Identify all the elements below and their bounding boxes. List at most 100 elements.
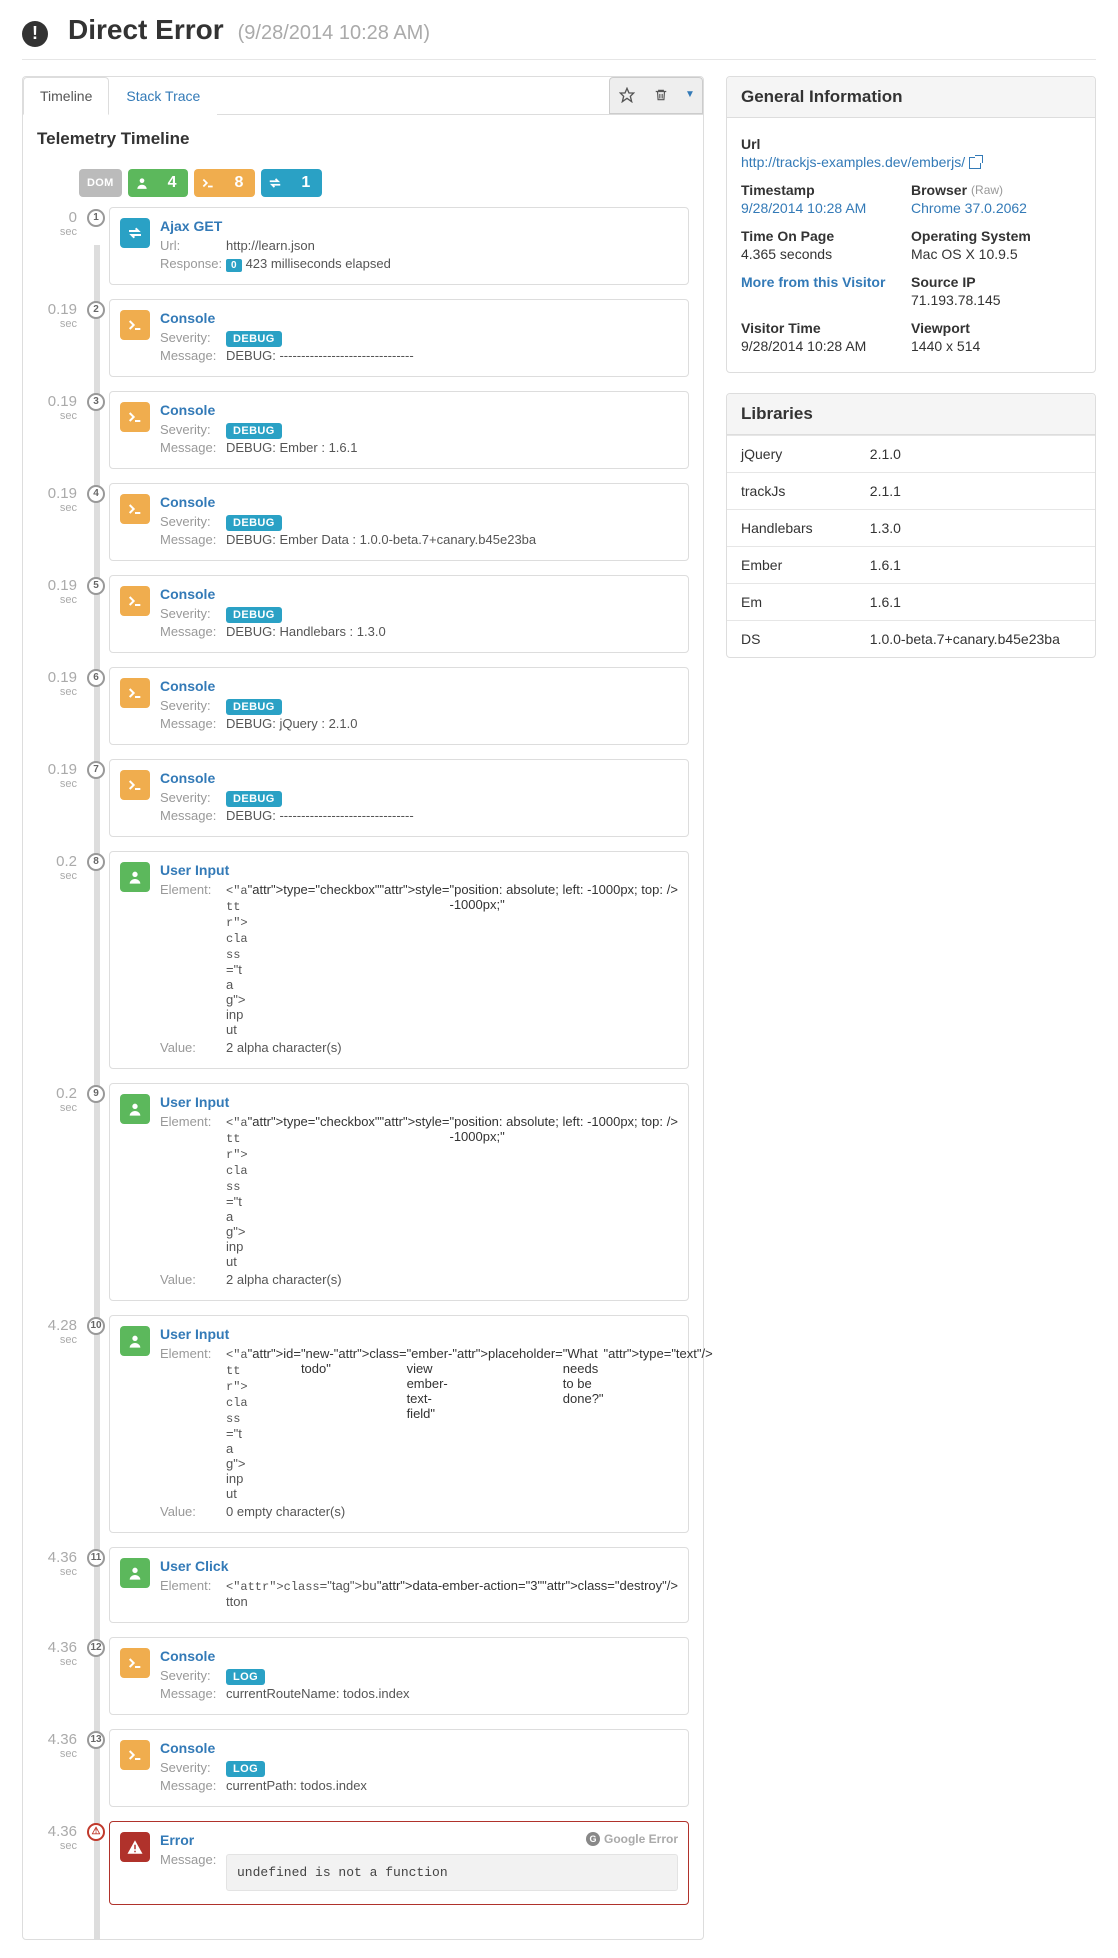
timeline-event: 4.36sec ⚠ ErrorGGoogle Error Message:und… bbox=[37, 1821, 689, 1905]
library-name: Ember bbox=[727, 546, 856, 583]
event-card[interactable]: User Input Element:<"attr">class="tag">i… bbox=[109, 1315, 689, 1533]
library-row: jQuery2.1.0 bbox=[727, 435, 1095, 472]
console-icon bbox=[120, 1740, 150, 1770]
event-card[interactable]: User Input Element:<"attr">class="tag">i… bbox=[109, 1083, 689, 1301]
console-icon bbox=[120, 402, 150, 432]
event-card[interactable]: Console Severity:LOGMessage:currentRoute… bbox=[109, 1637, 689, 1715]
timeline-event: 4.36sec 12 Console Severity:LOGMessage:c… bbox=[37, 1637, 689, 1715]
event-card[interactable]: Console Severity:DEBUGMessage:DEBUG: ---… bbox=[109, 299, 689, 377]
library-row: Handlebars1.3.0 bbox=[727, 509, 1095, 546]
event-title: Console bbox=[160, 770, 678, 786]
tab-timeline[interactable]: Timeline bbox=[23, 77, 109, 115]
field-value: LOG bbox=[226, 1668, 678, 1683]
event-time: 4.28sec bbox=[37, 1315, 85, 1347]
field-value: 2 alpha character(s) bbox=[226, 1040, 678, 1055]
trash-button[interactable] bbox=[644, 78, 678, 112]
timeline-event: 0.19sec 7 Console Severity:DEBUGMessage:… bbox=[37, 759, 689, 837]
field-label: Value: bbox=[160, 1504, 226, 1519]
tab-stack-trace[interactable]: Stack Trace bbox=[109, 77, 217, 115]
filter-dom[interactable]: DOM bbox=[79, 169, 122, 197]
os-label: Operating System bbox=[911, 228, 1081, 244]
timeline-event: 0.19sec 5 Console Severity:DEBUGMessage:… bbox=[37, 575, 689, 653]
field-value: DEBUG bbox=[226, 514, 678, 529]
event-card[interactable]: User Click Element:<"attr">class="tag">b… bbox=[109, 1547, 689, 1623]
library-name: DS bbox=[727, 620, 856, 657]
field-label: Element: bbox=[160, 1578, 226, 1593]
event-time: 0.19sec bbox=[37, 391, 85, 423]
filter-user[interactable]: 4 bbox=[128, 169, 189, 197]
field-label: Severity: bbox=[160, 1668, 226, 1683]
timeline-event: 0.19sec 6 Console Severity:DEBUGMessage:… bbox=[37, 667, 689, 745]
user-icon bbox=[120, 1094, 150, 1124]
event-time: 4.36sec bbox=[37, 1821, 85, 1853]
library-version: 1.3.0 bbox=[856, 509, 1095, 546]
library-version: 2.1.1 bbox=[856, 472, 1095, 509]
event-number: 3 bbox=[87, 393, 105, 411]
event-number: 10 bbox=[87, 1317, 105, 1335]
user-icon bbox=[120, 1326, 150, 1356]
event-title: User Input bbox=[160, 1326, 678, 1342]
library-name: trackJs bbox=[727, 472, 856, 509]
ajax-icon bbox=[120, 218, 150, 248]
libraries-panel: Libraries jQuery2.1.0trackJs2.1.1Handleb… bbox=[726, 393, 1096, 658]
event-card[interactable]: Console Severity:DEBUGMessage:DEBUG: Han… bbox=[109, 575, 689, 653]
event-time: 0.19sec bbox=[37, 759, 85, 791]
event-card[interactable]: Console Severity:DEBUGMessage:DEBUG: jQu… bbox=[109, 667, 689, 745]
event-time: 4.36sec bbox=[37, 1729, 85, 1761]
field-value: DEBUG: ------------------------------- bbox=[226, 348, 678, 363]
event-title: Console bbox=[160, 678, 678, 694]
event-card[interactable]: User Input Element:<"attr">class="tag">i… bbox=[109, 851, 689, 1069]
event-card[interactable]: Console Severity:DEBUGMessage:DEBUG: Emb… bbox=[109, 483, 689, 561]
field-value: currentRouteName: todos.index bbox=[226, 1686, 678, 1701]
ajax-icon bbox=[261, 169, 289, 197]
error-icon bbox=[120, 1832, 150, 1862]
event-card[interactable]: Console Severity:DEBUGMessage:DEBUG: ---… bbox=[109, 759, 689, 837]
time-on-page-value: 4.365 seconds bbox=[741, 246, 911, 262]
external-link-icon bbox=[969, 157, 981, 169]
event-card[interactable]: Console Severity:LOGMessage:currentPath:… bbox=[109, 1729, 689, 1807]
error-icon: ! bbox=[22, 21, 48, 47]
google-error-link[interactable]: GGoogle Error bbox=[586, 1832, 678, 1846]
field-value: DEBUG: ------------------------------- bbox=[226, 808, 678, 823]
console-icon bbox=[120, 678, 150, 708]
toolbar-dropdown[interactable]: ▼ bbox=[678, 78, 702, 112]
timestamp-value[interactable]: 9/28/2014 10:28 AM bbox=[741, 200, 866, 216]
timeline-list: 0sec 1 Ajax GET Url:http://learn.jsonRes… bbox=[23, 207, 703, 1939]
console-icon bbox=[120, 586, 150, 616]
field-value: undefined is not a function bbox=[226, 1852, 678, 1891]
field-label: Message: bbox=[160, 1778, 226, 1793]
field-value: <"attr">class="tag">button bbox=[226, 1578, 377, 1609]
more-visitor-link[interactable]: More from this Visitor bbox=[741, 274, 885, 290]
browser-value[interactable]: Chrome 37.0.2062 bbox=[911, 200, 1027, 216]
event-title: ErrorGGoogle Error bbox=[160, 1832, 678, 1848]
event-time: 4.36sec bbox=[37, 1637, 85, 1669]
field-value: 0 empty character(s) bbox=[226, 1504, 678, 1519]
timeline-event: 0.19sec 2 Console Severity:DEBUGMessage:… bbox=[37, 299, 689, 377]
general-info-header: General Information bbox=[727, 77, 1095, 118]
library-version: 2.1.0 bbox=[856, 435, 1095, 472]
event-title: Ajax GET bbox=[160, 218, 678, 234]
library-version: 1.0.0-beta.7+canary.b45e23ba bbox=[856, 620, 1095, 657]
library-version: 1.6.1 bbox=[856, 546, 1095, 583]
url-link[interactable]: http://trackjs-examples.dev/emberjs/ bbox=[741, 154, 965, 170]
filter-ajax[interactable]: 1 bbox=[261, 169, 322, 197]
user-icon bbox=[120, 862, 150, 892]
filter-console[interactable]: 8 bbox=[194, 169, 255, 197]
event-number: 1 bbox=[87, 209, 105, 227]
event-title: Console bbox=[160, 586, 678, 602]
event-card[interactable]: Console Severity:DEBUGMessage:DEBUG: Emb… bbox=[109, 391, 689, 469]
library-name: Em bbox=[727, 583, 856, 620]
field-label: Value: bbox=[160, 1040, 226, 1055]
star-button[interactable] bbox=[610, 78, 644, 112]
field-label: Severity: bbox=[160, 606, 226, 621]
library-row: Ember1.6.1 bbox=[727, 546, 1095, 583]
field-label: Severity: bbox=[160, 422, 226, 437]
field-value: <"attr">class="tag">input bbox=[226, 1114, 248, 1269]
field-label: Value: bbox=[160, 1272, 226, 1287]
event-card[interactable]: ErrorGGoogle Error Message:undefined is … bbox=[109, 1821, 689, 1905]
event-card[interactable]: Ajax GET Url:http://learn.jsonResponse:0… bbox=[109, 207, 689, 285]
timeline-event: 0.2sec 9 User Input Element:<"attr">clas… bbox=[37, 1083, 689, 1301]
visitor-time-value: 9/28/2014 10:28 AM bbox=[741, 338, 911, 354]
field-label: Url: bbox=[160, 238, 226, 253]
event-title: Console bbox=[160, 402, 678, 418]
